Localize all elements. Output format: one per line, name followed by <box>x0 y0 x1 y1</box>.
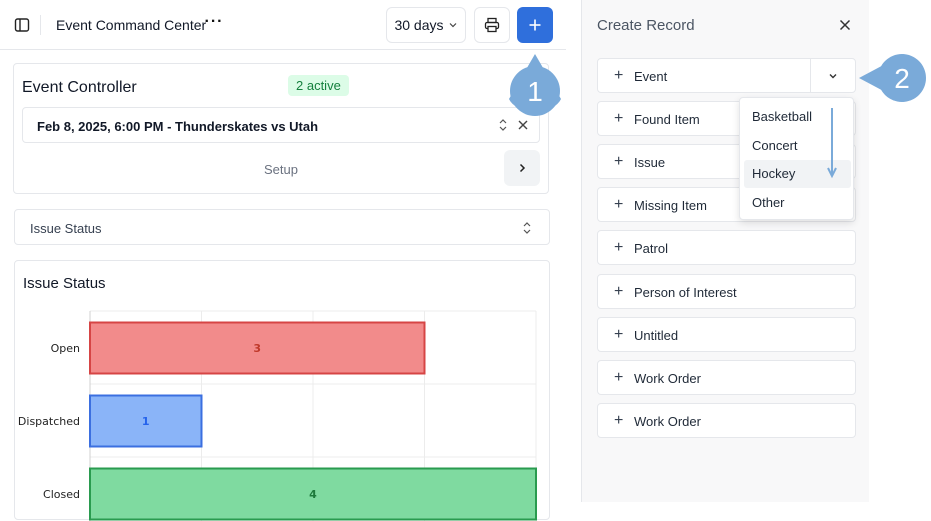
record-type-label: Person of Interest <box>634 285 737 300</box>
issue-status-chart-card: Issue Status 3 Open 1 Dispatched 4 Closed <box>14 260 550 521</box>
event-type-option-other[interactable]: Other <box>744 189 851 217</box>
record-type-label: Found Item <box>634 112 700 127</box>
clear-icon[interactable] <box>516 117 530 133</box>
record-type-label: Untitled <box>634 328 679 343</box>
active-count-badge: 2 active <box>288 75 349 96</box>
divider <box>40 15 41 35</box>
issue-status-select-label: Issue Status <box>30 221 102 236</box>
event-type-option-basketball[interactable]: Basketball <box>744 103 851 131</box>
category-label: Dispatched <box>18 415 80 428</box>
plus-icon: + <box>614 153 624 170</box>
event-type-option-concert[interactable]: Concert <box>744 132 851 160</box>
create-work-order-button[interactable]: + Work Order <box>597 403 856 438</box>
page-title: Event Command Center <box>56 17 207 33</box>
plus-icon <box>529 19 541 31</box>
record-type-label: Work Order <box>634 414 701 429</box>
event-select[interactable]: Feb 8, 2025, 6:00 PM - Thunderskates vs … <box>22 107 540 143</box>
close-icon[interactable] <box>836 16 854 34</box>
create-untitled-button[interactable]: + Untitled <box>597 317 856 352</box>
category-label: Closed <box>43 488 80 501</box>
chevron-right-icon <box>519 163 526 173</box>
issue-status-select[interactable]: Issue Status <box>14 209 550 245</box>
printer-icon <box>484 17 500 33</box>
event-controller-title: Event Controller <box>22 79 137 96</box>
plus-icon: + <box>614 239 624 256</box>
bar-value-label: 4 <box>309 488 317 501</box>
issue-status-chart: 3 Open 1 Dispatched 4 Closed <box>18 310 537 521</box>
up-down-icon <box>523 222 531 234</box>
chevron-down-icon <box>449 23 456 28</box>
bar-value-label: 1 <box>142 415 150 428</box>
create-work-order-button[interactable]: + Work Order <box>597 360 856 395</box>
record-type-label: Event <box>634 69 668 84</box>
record-type-label: Work Order <box>634 371 701 386</box>
category-label: Open <box>51 342 80 355</box>
date-range-value: 30 days <box>394 17 444 33</box>
next-button[interactable] <box>504 150 540 186</box>
sidebar-toggle-icon[interactable] <box>11 14 33 36</box>
selected-event-value: Feb 8, 2025, 6:00 PM - Thunderskates vs … <box>37 119 319 134</box>
event-controller-card: Event Controller 2 active Feb 8, 2025, 6… <box>13 63 549 194</box>
gutter <box>566 0 581 502</box>
event-type-dropdown-toggle[interactable] <box>811 59 855 92</box>
create-patrol-button[interactable]: + Patrol <box>597 230 856 265</box>
print-button[interactable] <box>474 7 510 43</box>
plus-icon: + <box>614 326 624 343</box>
record-type-label: Missing Item <box>634 198 707 213</box>
plus-icon: + <box>614 110 624 127</box>
create-record-title: Create Record <box>597 17 695 34</box>
bar-value-label: 3 <box>253 342 261 355</box>
plus-icon: + <box>614 67 624 84</box>
plus-icon: + <box>614 369 624 386</box>
setup-link[interactable]: Setup <box>264 162 298 177</box>
date-range-select[interactable]: 30 days <box>386 7 466 43</box>
record-type-label: Issue <box>634 155 666 170</box>
more-options-button[interactable]: ··· <box>203 12 225 36</box>
chevron-down-icon <box>829 73 837 78</box>
page-margin <box>869 0 931 502</box>
top-bar: Event Command Center ··· 30 days <box>0 0 566 50</box>
plus-icon: + <box>614 412 624 429</box>
main-area: Event Command Center ··· 30 days Event C… <box>0 0 566 521</box>
up-down-icon <box>499 119 507 131</box>
add-record-button[interactable] <box>517 7 553 43</box>
create-person-of-interest-button[interactable]: + Person of Interest <box>597 274 856 309</box>
plus-icon: + <box>614 283 624 300</box>
event-type-option-hockey[interactable]: Hockey <box>744 160 851 188</box>
plus-icon: + <box>614 196 624 213</box>
create-record-panel: Create Record + Event + Found Item + Issue + Mi… <box>581 0 869 502</box>
record-type-label: Patrol <box>634 241 668 256</box>
event-type-dropdown: Basketball Concert Hockey Other <box>739 97 854 220</box>
create-event-button[interactable]: + Event <box>597 58 856 93</box>
